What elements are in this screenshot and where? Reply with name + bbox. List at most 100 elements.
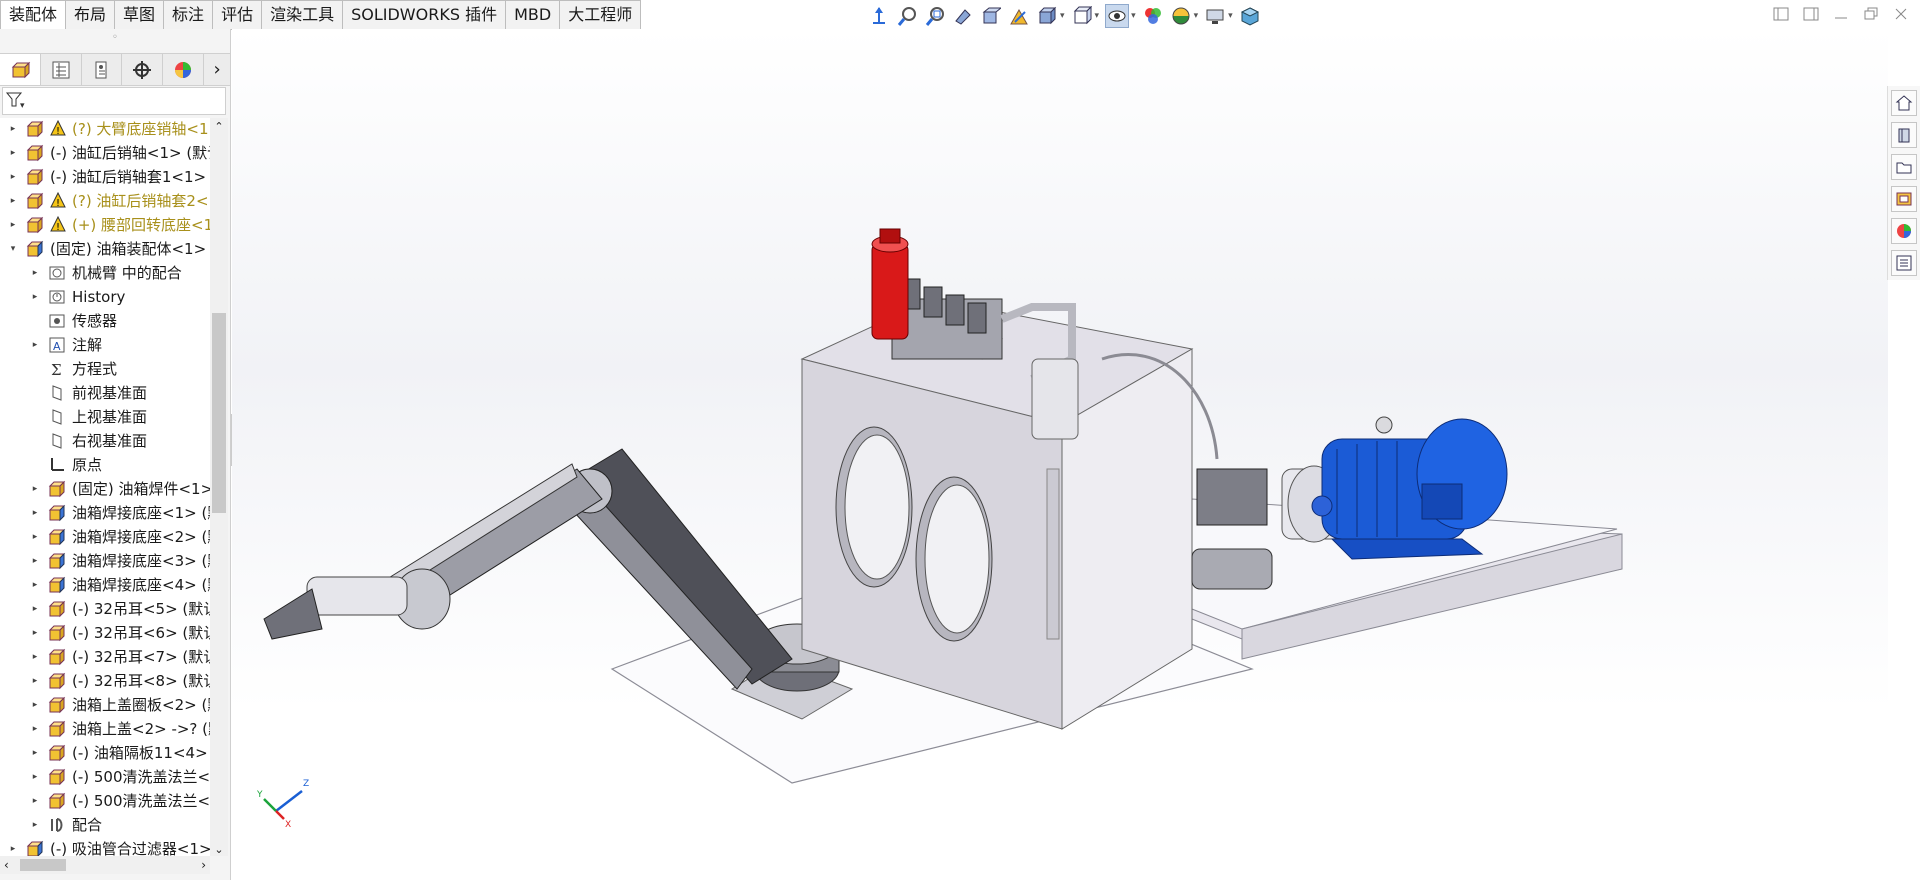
tree-item[interactable]: 前视基准面 <box>0 382 210 404</box>
3d-view-icon[interactable] <box>1239 5 1261 27</box>
chevron-right-icon[interactable]: ▸ <box>30 694 40 716</box>
tree-item[interactable]: ▸ (-) 油缸后销轴套1<1> ( <box>0 166 210 188</box>
dimxpert-icon[interactable] <box>122 54 164 85</box>
chevron-right-icon[interactable]: ▸ <box>30 526 40 548</box>
chevron-right-icon[interactable]: ▸ <box>30 598 40 620</box>
chevron-right-icon[interactable]: ▸ <box>30 790 40 812</box>
view-palette-icon[interactable] <box>1891 186 1917 212</box>
chevron-right-icon[interactable]: ▸ <box>30 334 40 356</box>
move-icon[interactable] <box>868 5 890 27</box>
chevron-right-icon[interactable]: ▸ <box>30 574 40 596</box>
command-tab[interactable]: MBD <box>506 0 561 30</box>
view-orientation-icon[interactable] <box>1036 5 1058 27</box>
tree-item[interactable]: ▸! (?) 大臂底座销轴<1> <box>0 118 210 140</box>
tree-item[interactable]: ▸ 油箱焊接底座<2> (默 <box>0 526 210 548</box>
chevron-down-icon[interactable]: ⌄ <box>210 843 228 856</box>
chevron-down-icon[interactable]: ▾ <box>1194 11 1199 21</box>
tree-item[interactable]: ▸ (-) 吸油管合过滤器<1> <box>0 838 210 856</box>
graphics-area[interactable]: Z Y X <box>232 29 1888 880</box>
featuremanager-tree-icon[interactable] <box>0 54 41 85</box>
tree-item[interactable]: ▸ 油箱上盖圈板<2> (默 <box>0 694 210 716</box>
tree-item[interactable]: ▸ 油箱焊接底座<3> (默 <box>0 550 210 572</box>
tree-item[interactable]: ▸ A 注解 <box>0 334 210 356</box>
command-tab[interactable]: 布局 <box>66 0 116 30</box>
close-icon[interactable] <box>1892 6 1910 22</box>
property-manager-icon[interactable] <box>41 54 82 85</box>
chevron-right-icon[interactable]: ▸ <box>8 142 18 164</box>
apply-scene-icon[interactable] <box>1170 5 1192 27</box>
filter-icon[interactable]: ▾ <box>3 88 29 112</box>
restore-icon[interactable] <box>1862 6 1880 22</box>
chevron-right-icon[interactable]: ▸ <box>30 646 40 668</box>
chevron-right-icon[interactable]: ▸ <box>8 166 18 188</box>
tree-item[interactable]: ▸ 油箱上盖<2> ->? (默 <box>0 718 210 740</box>
command-tab[interactable]: 评估 <box>213 0 263 30</box>
command-tab[interactable]: SOLIDWORKS 插件 <box>343 0 507 30</box>
chevron-right-icon[interactable]: ▸ <box>8 118 18 140</box>
home-icon[interactable] <box>1891 90 1917 116</box>
edit-appearance-icon[interactable] <box>1142 5 1164 27</box>
command-tab[interactable]: 草图 <box>115 0 165 30</box>
tree-item[interactable]: ▸ (-) 32吊耳<7> (默认 <box>0 646 210 668</box>
chevron-down-icon[interactable]: ▾ <box>1060 11 1065 21</box>
chevron-down-icon[interactable]: ▾ <box>1131 11 1136 21</box>
scroll-thumb[interactable] <box>20 859 66 871</box>
tree-item[interactable]: ▸ (-) 32吊耳<6> (默认 <box>0 622 210 644</box>
design-library-icon[interactable] <box>1891 122 1917 148</box>
tree-item[interactable]: ▸ 油箱焊接底座<4> (默 <box>0 574 210 596</box>
chevron-right-icon[interactable]: ▸ <box>30 742 40 764</box>
command-tab[interactable]: 标注 <box>164 0 214 30</box>
tree-item[interactable]: ▸ (固定) 油箱焊件<1> <box>0 478 210 500</box>
chevron-right-icon[interactable]: ▸ <box>30 718 40 740</box>
zoom-to-fit-icon[interactable] <box>896 5 918 27</box>
chevron-right-icon[interactable]: ▸ <box>8 214 18 236</box>
tree-item[interactable]: 传感器 <box>0 310 210 332</box>
chevron-right-icon[interactable]: ▸ <box>30 550 40 572</box>
tree-item[interactable]: ▾ (固定) 油箱装配体<1> ( <box>0 238 210 260</box>
chevron-right-icon[interactable]: ▸ <box>30 502 40 524</box>
tree-item[interactable]: ▸ (-) 油箱隔板11<4> ( <box>0 742 210 764</box>
tree-horizontal-scrollbar[interactable]: ‹ › <box>0 856 210 874</box>
appearances-icon[interactable] <box>1891 218 1917 244</box>
tree-item[interactable]: Σ 方程式 <box>0 358 210 380</box>
chevron-right-icon[interactable]: ▸ <box>8 190 18 212</box>
custom-properties-icon[interactable] <box>1891 250 1917 276</box>
display-manager-icon[interactable] <box>163 54 205 85</box>
chevron-down-icon[interactable]: ▾ <box>1228 11 1233 21</box>
chevron-right-icon[interactable]: ▸ <box>30 262 40 284</box>
tree-filter[interactable]: ▾ <box>2 87 226 115</box>
tree-item[interactable]: ▸ History <box>0 286 210 308</box>
chevron-right-icon[interactable]: › <box>201 856 206 874</box>
chevron-up-icon[interactable]: ⌃ <box>210 118 228 136</box>
file-explorer-icon[interactable] <box>1891 154 1917 180</box>
chevron-down-icon[interactable]: ▾ <box>8 238 18 260</box>
panel-grip[interactable]: ◦ <box>0 29 230 53</box>
chevron-down-icon[interactable]: ▾ <box>1095 11 1100 21</box>
chevron-right-icon[interactable]: ▸ <box>30 622 40 644</box>
3d-model-view[interactable] <box>232 29 1888 880</box>
tree-item[interactable]: 右视基准面 <box>0 430 210 452</box>
tree-item[interactable]: ▸ (-) 500清洗盖法兰< <box>0 790 210 812</box>
tree-item[interactable]: ▸ (-) 油缸后销轴<1> (默认 <box>0 142 210 164</box>
scroll-thumb[interactable] <box>212 313 226 513</box>
configuration-manager-icon[interactable] <box>82 54 123 85</box>
tree-item[interactable]: ▸! (+) 腰部回转底座<1 <box>0 214 210 236</box>
display-style-icon[interactable] <box>1071 5 1093 27</box>
chevron-right-icon[interactable]: ▸ <box>30 286 40 308</box>
chevron-right-icon[interactable]: ▸ <box>8 838 18 856</box>
dynamic-annotation-icon[interactable] <box>1008 5 1030 27</box>
chevron-left-icon[interactable]: ‹ <box>4 856 9 874</box>
chevron-right-icon[interactable]: ▸ <box>30 478 40 500</box>
command-tab[interactable]: 渲染工具 <box>262 0 344 30</box>
tree-item[interactable]: ▸ 油箱焊接底座<1> (默 <box>0 502 210 524</box>
chevron-right-icon[interactable]: ▸ <box>30 814 40 836</box>
tree-item[interactable]: 原点 <box>0 454 210 476</box>
next-document-icon[interactable] <box>1802 6 1820 22</box>
chevron-right-icon[interactable]: › <box>204 54 230 85</box>
tree-vertical-scrollbar[interactable]: ⌃ ⌄ <box>210 118 228 856</box>
view-settings-icon[interactable] <box>1204 5 1226 27</box>
tree-item[interactable]: ▸ 机械臂 中的配合 <box>0 262 210 284</box>
command-tab[interactable]: 大工程师 <box>560 0 642 30</box>
section-view-icon[interactable] <box>980 5 1002 27</box>
zoom-to-area-icon[interactable] <box>924 5 946 27</box>
